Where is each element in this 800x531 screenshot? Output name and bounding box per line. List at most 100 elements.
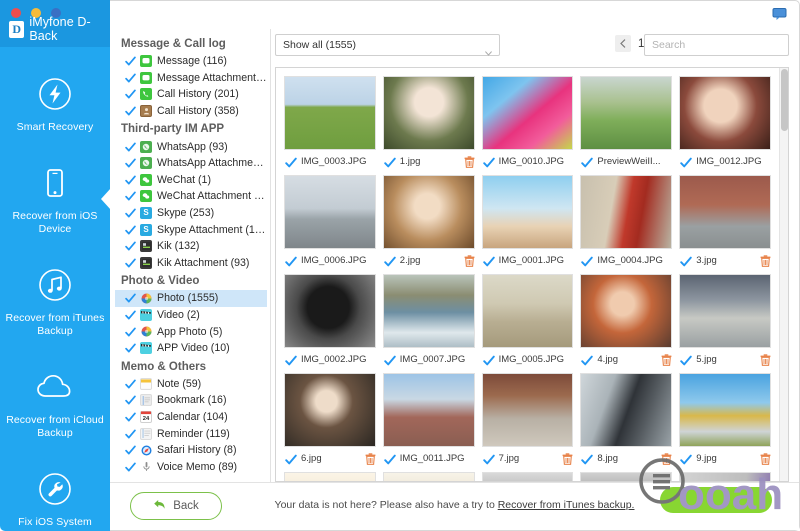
- sidebar-item-recover-itunes-backup[interactable]: Recover from iTunes Backup: [0, 254, 110, 347]
- search-input[interactable]: [652, 35, 781, 55]
- delete-icon[interactable]: [661, 452, 672, 465]
- thumbnail-cell[interactable]: IMG_0011.JPG: [380, 370, 479, 469]
- category-item[interactable]: S Skype Attachment (155): [115, 221, 267, 238]
- category-item[interactable]: Voice Memo (89): [115, 458, 267, 475]
- checkbox-checked-icon[interactable]: [680, 156, 692, 167]
- thumbnail-image[interactable]: [382, 76, 475, 150]
- thumbnail-image[interactable]: [580, 76, 673, 150]
- thumbnail-cell[interactable]: 8.jpg: [577, 370, 676, 469]
- thumbnail-cell[interactable]: IMG_0005.JPG: [479, 271, 578, 370]
- checkbox-checked-icon[interactable]: [125, 343, 136, 353]
- thumbnail-grid[interactable]: IMG_0003.JPG 1.jpg IMG_0010.JPG PreviewWeiI…: [276, 68, 779, 481]
- checkbox-checked-icon[interactable]: [384, 354, 396, 365]
- checkbox-checked-icon[interactable]: [125, 462, 136, 472]
- thumbnail-image[interactable]: [679, 76, 771, 150]
- thumbnail-cell[interactable]: [676, 469, 775, 481]
- category-item[interactable]: Message Attachment ...: [115, 70, 267, 87]
- thumbnail-cell[interactable]: PreviewWeiII...: [577, 73, 676, 172]
- checkbox-checked-icon[interactable]: [482, 255, 495, 266]
- category-item[interactable]: Bookmark (16): [115, 392, 267, 409]
- thumbnail-cell[interactable]: [281, 469, 380, 481]
- thumbnail-cell[interactable]: IMG_0002.JPG: [281, 271, 380, 370]
- checkbox-checked-icon[interactable]: [125, 73, 136, 83]
- checkbox-checked-icon[interactable]: [581, 156, 594, 167]
- checkbox-checked-icon[interactable]: [384, 156, 396, 167]
- checkbox-checked-icon[interactable]: [680, 255, 692, 266]
- thumbnail-image[interactable]: [284, 274, 376, 348]
- category-item[interactable]: App Photo (5): [115, 323, 267, 340]
- thumbnail-image[interactable]: [679, 274, 771, 348]
- delete-icon[interactable]: [365, 452, 376, 465]
- checkbox-checked-icon[interactable]: [384, 453, 396, 464]
- checkbox-checked-icon[interactable]: [125, 175, 136, 185]
- thumbnail-image[interactable]: [481, 373, 574, 447]
- checkbox-checked-icon[interactable]: [680, 453, 692, 464]
- thumbnail-image[interactable]: [481, 175, 574, 249]
- delete-icon[interactable]: [760, 353, 771, 366]
- category-item[interactable]: Reminder (119): [115, 425, 267, 442]
- search-box[interactable]: [644, 34, 789, 56]
- delete-icon[interactable]: [760, 452, 771, 465]
- checkbox-checked-icon[interactable]: [125, 56, 136, 66]
- category-item[interactable]: Photo (1555): [115, 290, 267, 307]
- thumbnail-cell[interactable]: [577, 469, 676, 481]
- thumbnail-cell[interactable]: [479, 469, 578, 481]
- checkbox-checked-icon[interactable]: [285, 255, 297, 266]
- thumbnail-image[interactable]: [679, 175, 771, 249]
- thumbnail-cell[interactable]: IMG_0006.JPG: [281, 172, 380, 271]
- thumbnail-cell[interactable]: IMG_0012.JPG: [676, 73, 775, 172]
- sidebar-item-recover-ios-device[interactable]: Recover from iOS Device: [0, 152, 110, 245]
- checkbox-checked-icon[interactable]: [482, 156, 495, 167]
- thumbnail-image[interactable]: [382, 274, 475, 348]
- itunes-backup-link[interactable]: Recover from iTunes backup.: [498, 499, 635, 511]
- thumbnail-image[interactable]: [580, 274, 673, 348]
- thumbnail-cell[interactable]: 2.jpg: [380, 172, 479, 271]
- thumbnail-image[interactable]: [481, 472, 574, 481]
- delete-icon[interactable]: [562, 452, 573, 465]
- thumbnail-image[interactable]: [284, 76, 376, 150]
- checkbox-checked-icon[interactable]: [125, 395, 136, 405]
- checkbox-checked-icon[interactable]: [125, 310, 136, 320]
- thumbnail-cell[interactable]: 5.jpg: [676, 271, 775, 370]
- thumbnail-image[interactable]: [284, 472, 376, 481]
- sidebar-item-smart-recovery[interactable]: Smart Recovery: [0, 63, 110, 143]
- filter-select[interactable]: Show all (1555): [275, 34, 500, 56]
- category-item[interactable]: S Skype (253): [115, 205, 267, 222]
- thumbnail-cell[interactable]: 4.jpg: [577, 271, 676, 370]
- thumbnail-cell[interactable]: IMG_0001.JPG: [479, 172, 578, 271]
- checkbox-checked-icon[interactable]: [125, 293, 136, 303]
- thumbnail-image[interactable]: [580, 175, 673, 249]
- thumbnail-image[interactable]: [679, 472, 771, 481]
- thumbnail-image[interactable]: [284, 373, 376, 447]
- sidebar-item-recover-icloud-backup[interactable]: Recover from iCloud Backup: [0, 356, 110, 449]
- checkbox-checked-icon[interactable]: [384, 255, 396, 266]
- thumbnail-cell[interactable]: 3.jpg: [676, 172, 775, 271]
- thumbnail-cell[interactable]: IMG_0007.JPG: [380, 271, 479, 370]
- delete-icon[interactable]: [760, 254, 771, 267]
- category-item[interactable]: WeChat (1): [115, 172, 267, 189]
- checkbox-checked-icon[interactable]: [125, 191, 136, 201]
- checkbox-checked-icon[interactable]: [482, 354, 495, 365]
- checkbox-checked-icon[interactable]: [125, 445, 136, 455]
- category-item[interactable]: Video (2): [115, 307, 267, 324]
- chat-bubble-icon[interactable]: [772, 7, 787, 26]
- checkbox-checked-icon[interactable]: [125, 158, 136, 168]
- category-item[interactable]: Message (116): [115, 53, 267, 70]
- thumbnail-cell[interactable]: 9.jpg: [676, 370, 775, 469]
- thumbnail-cell[interactable]: 1.jpg: [380, 73, 479, 172]
- thumbnail-image[interactable]: [481, 76, 574, 150]
- checkbox-checked-icon[interactable]: [125, 412, 136, 422]
- thumbnail-image[interactable]: [679, 373, 771, 447]
- category-item[interactable]: 24 Calendar (104): [115, 409, 267, 426]
- category-item[interactable]: WhatsApp Attachment...: [115, 155, 267, 172]
- category-item[interactable]: Note (59): [115, 376, 267, 393]
- checkbox-checked-icon[interactable]: [125, 89, 136, 99]
- checkbox-checked-icon[interactable]: [125, 142, 136, 152]
- category-item[interactable]: WeChat Attachment (20): [115, 188, 267, 205]
- checkbox-checked-icon[interactable]: [125, 241, 136, 251]
- vertical-scrollbar[interactable]: [779, 68, 788, 481]
- category-item[interactable]: WhatsApp (93): [115, 138, 267, 155]
- category-item[interactable]: Call History (201): [115, 86, 267, 103]
- checkbox-checked-icon[interactable]: [125, 106, 136, 116]
- thumbnail-cell[interactable]: 6.jpg: [281, 370, 380, 469]
